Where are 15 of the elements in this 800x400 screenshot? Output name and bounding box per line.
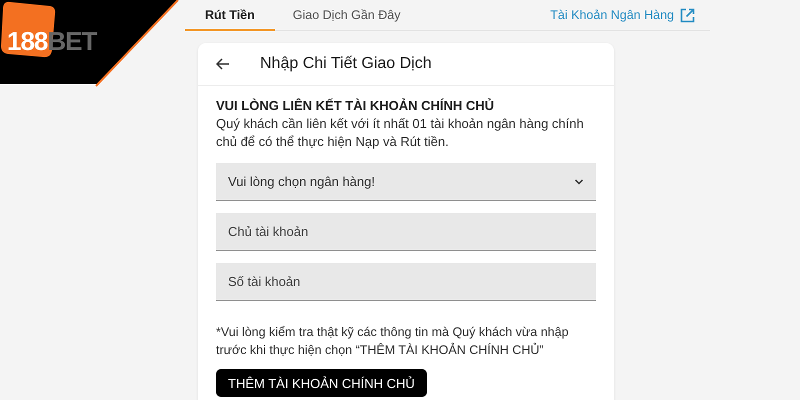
tab[interactable]: Giao Dịch Gần Đây [274,0,418,31]
input-field[interactable]: Số tài khoản [216,263,596,301]
logo-number: 188 [7,26,48,57]
chevron-down-icon [574,178,584,184]
external-link-icon [680,8,695,22]
input-field[interactable]: Chủ tài khoản [216,213,596,251]
section-heading: VUI LÒNG LIÊN KẾT TÀI KHOẢN CHÍNH CHỦ [216,98,496,113]
card-title: Nhập Chi Tiết Giao Dịch [260,55,432,73]
description-text: Quý khách cần liên kết với ít nhất 01 tài khoản ngân hàng chính chủ để có thể thực hiện Nạp và Rút tiền. [216,115,585,151]
back-arrow-icon [216,58,230,70]
back-button[interactable] [216,58,230,70]
add-account-button[interactable]: THÊM TÀI KHOẢN CHÍNH CHỦ [216,369,427,397]
bank-select[interactable]: Vui lòng chọn ngân hàng! [216,163,596,201]
note-text: *Vui lòng kiểm tra thật kỹ các thông tin mà Quý khách vừa nhập trước khi thực hiện chọn “THÊM TÀI KHOẢN CHÍNH CHỦ” [216,324,570,359]
tab[interactable]: Rút Tiền [185,0,275,31]
